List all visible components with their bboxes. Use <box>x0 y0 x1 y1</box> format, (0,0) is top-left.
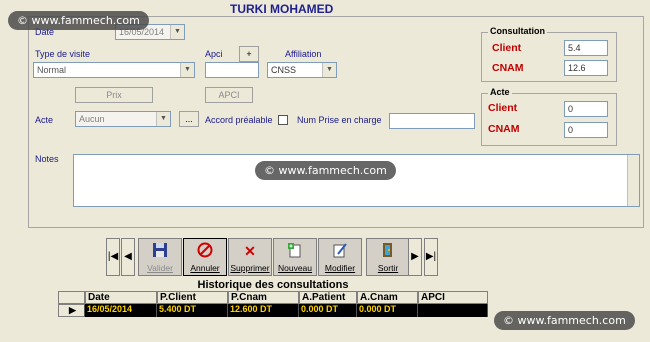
acte-cnam-label: CNAM <box>488 123 520 135</box>
table-cell[interactable]: 12.600 DT <box>228 304 299 317</box>
history-grid: Date P.Client P.Cnam A.Patient A.Cnam AP… <box>58 291 488 317</box>
consultation-group: Consultation Client 5.4 CNAM 12.6 <box>481 26 617 82</box>
consultation-cnam-label: CNAM <box>492 62 524 74</box>
acte-client-label: Client <box>488 102 518 114</box>
row-pointer-icon: ▶ <box>58 304 85 317</box>
prev-record-button[interactable]: ◀ <box>121 238 135 276</box>
column-header[interactable]: A.Cnam <box>357 291 418 304</box>
table-cell[interactable]: 16/05/2014 <box>85 304 157 317</box>
table-row[interactable]: ▶ 16/05/2014 5.400 DT 12.600 DT 0.000 DT… <box>58 304 488 317</box>
acte-browse-button[interactable]: ... <box>179 111 199 127</box>
type-visite-select[interactable]: Normal ▼ <box>33 62 195 78</box>
watermark: © www.fammech.com <box>8 11 149 30</box>
consultation-cnam-field[interactable]: 12.6 <box>564 60 608 76</box>
chevron-down-icon[interactable]: ▼ <box>180 63 194 77</box>
notes-label: Notes <box>35 154 59 164</box>
column-header[interactable]: APCI <box>418 291 488 304</box>
acte-group: Acte Client 0 CNAM 0 <box>481 87 617 146</box>
last-record-button[interactable]: ▶| <box>424 238 438 276</box>
affiliation-select[interactable]: CNSS ▼ <box>267 62 337 78</box>
history-title: Historique des consultations <box>197 279 349 291</box>
acte-group-title: Acte <box>488 87 512 97</box>
apci-button[interactable]: APCI <box>205 87 253 103</box>
table-cell[interactable]: 0.000 DT <box>357 304 418 317</box>
history-header-row: Date P.Client P.Cnam A.Patient A.Cnam AP… <box>58 291 488 304</box>
column-header[interactable]: Date <box>85 291 157 304</box>
table-cell[interactable] <box>418 304 488 317</box>
scrollbar[interactable] <box>627 155 639 206</box>
accord-checkbox[interactable] <box>278 115 288 125</box>
patient-name: TURKI MOHAMED <box>230 2 334 16</box>
nouveau-label: Nouveau <box>277 263 313 273</box>
acte-value: Aucun <box>79 114 105 124</box>
chevron-down-icon[interactable]: ▼ <box>322 63 336 77</box>
consultation-client-field[interactable]: 5.4 <box>564 40 608 56</box>
edit-icon <box>331 242 349 260</box>
next-record-button[interactable]: ▶ <box>408 238 422 276</box>
supprimer-label: Supprimer <box>230 263 270 273</box>
consultation-form-panel: Date 16/05/2014 ▼ Type de visite Normal … <box>28 16 644 228</box>
new-document-icon <box>286 242 304 260</box>
supprimer-button[interactable]: ✕ Supprimer <box>228 238 272 276</box>
watermark: © www.fammech.com <box>494 311 635 330</box>
acte-label: Acte <box>35 115 54 125</box>
annuler-label: Annuler <box>190 263 220 273</box>
acte-select[interactable]: Aucun ▼ <box>75 111 171 127</box>
affiliation-label: Affiliation <box>285 49 322 59</box>
apci-input[interactable] <box>205 62 259 78</box>
acte-cnam-field[interactable]: 0 <box>564 122 608 138</box>
table-cell[interactable]: 5.400 DT <box>157 304 228 317</box>
sortir-label: Sortir <box>377 263 399 273</box>
column-header[interactable]: P.Client <box>157 291 228 304</box>
first-record-button[interactable]: |◀ <box>106 238 120 276</box>
accord-label: Accord préalable <box>205 115 273 125</box>
affiliation-value: CNSS <box>271 65 297 75</box>
nouveau-button[interactable]: Nouveau <box>273 238 317 276</box>
cancel-icon <box>196 242 214 260</box>
modifier-label: Modifier <box>324 263 356 273</box>
acte-client-field[interactable]: 0 <box>564 101 608 117</box>
num-prise-input[interactable] <box>389 113 475 129</box>
consultation-client-label: Client <box>492 42 522 54</box>
type-visite-label: Type de visite <box>35 49 91 59</box>
chevron-down-icon[interactable]: ▼ <box>156 112 170 126</box>
table-cell[interactable]: 0.000 DT <box>299 304 357 317</box>
apci-label: Apci <box>205 49 223 59</box>
column-header[interactable]: A.Patient <box>299 291 357 304</box>
annuler-button[interactable]: Annuler <box>183 238 227 276</box>
modifier-button[interactable]: Modifier <box>318 238 362 276</box>
exit-door-icon <box>379 242 397 260</box>
valider-button[interactable]: Valider <box>138 238 182 276</box>
prix-button[interactable]: Prix <box>75 87 153 103</box>
consultation-title: Consultation <box>488 26 547 36</box>
watermark: © www.fammech.com <box>255 161 396 180</box>
apci-add-button[interactable]: + <box>239 46 259 62</box>
num-prise-label: Num Prise en charge <box>297 115 382 125</box>
type-visite-value: Normal <box>37 65 67 75</box>
delete-icon: ✕ <box>244 243 256 259</box>
column-header[interactable]: P.Cnam <box>228 291 299 304</box>
row-selector-header <box>58 291 85 304</box>
chevron-down-icon[interactable]: ▼ <box>170 25 184 39</box>
valider-label: Valider <box>147 263 173 273</box>
sortir-button[interactable]: Sortir <box>366 238 410 276</box>
save-icon <box>151 242 169 260</box>
